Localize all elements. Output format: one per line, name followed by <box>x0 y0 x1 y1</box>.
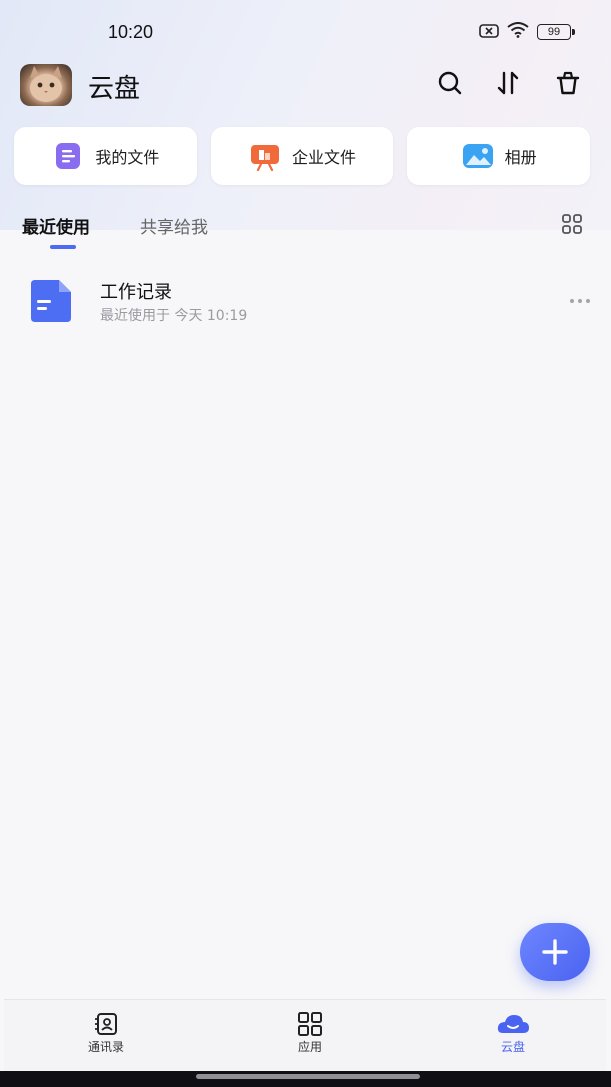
tab-shared-with-me[interactable]: 共享给我 <box>140 213 208 238</box>
doc-file-icon <box>27 278 75 324</box>
status-bar: 10:20 99 <box>0 14 611 50</box>
nav-contacts[interactable]: 通讯录 <box>56 1012 156 1055</box>
document-icon <box>51 139 85 173</box>
app-header: 云盘 <box>0 62 611 108</box>
file-list-item[interactable]: 工作记录 最近使用于 今天 10:19 <box>0 268 611 338</box>
grid-view-icon <box>562 214 582 234</box>
view-mode-toggle[interactable] <box>561 213 583 235</box>
quick-photo-album[interactable]: 相册 <box>407 127 591 185</box>
transfer-button[interactable] <box>491 66 525 100</box>
sim-off-icon <box>479 23 499 42</box>
quick-enterprise-files[interactable]: 企业文件 <box>210 127 394 185</box>
trash-icon <box>556 71 580 95</box>
apps-grid-icon <box>298 1012 322 1036</box>
home-indicator[interactable] <box>196 1074 420 1079</box>
wifi-icon <box>507 22 529 42</box>
add-button[interactable] <box>520 923 590 981</box>
quick-photo-album-label: 相册 <box>504 148 537 167</box>
cat-avatar-icon <box>30 66 62 102</box>
plus-icon <box>542 939 568 965</box>
more-options-button[interactable] <box>569 288 591 309</box>
avatar[interactable] <box>20 64 72 106</box>
photo-album-icon <box>461 139 495 173</box>
quick-my-files-label: 我的文件 <box>95 148 160 167</box>
file-name: 工作记录 <box>100 282 172 303</box>
quick-enterprise-files-label: 企业文件 <box>292 148 357 167</box>
battery-indicator: 99 <box>537 24 575 40</box>
more-dots-icon <box>570 299 590 303</box>
recycle-bin-button[interactable] <box>551 66 585 100</box>
nav-apps-label: 应用 <box>297 1040 322 1054</box>
contacts-icon <box>95 1013 117 1035</box>
nav-contacts-label: 通讯录 <box>87 1040 124 1054</box>
nav-cloud-drive-label: 云盘 <box>500 1040 525 1054</box>
search-icon <box>438 71 462 95</box>
cloud-icon <box>497 1015 529 1033</box>
status-icons: 99 <box>479 22 575 42</box>
quick-access-row: 我的文件 企业文件 相册 <box>14 127 591 185</box>
quick-my-files[interactable]: 我的文件 <box>14 127 197 185</box>
nav-apps[interactable]: 应用 <box>260 1012 360 1055</box>
file-last-used: 最近使用于 今天 10:19 <box>100 308 248 324</box>
transfer-icon <box>497 71 519 95</box>
nav-cloud-drive[interactable]: 云盘 <box>463 1012 563 1055</box>
tab-recent[interactable]: 最近使用 <box>22 213 90 238</box>
status-time: 10:20 <box>108 22 154 42</box>
active-tab-indicator <box>50 245 76 249</box>
presentation-icon <box>248 139 282 173</box>
search-button[interactable] <box>433 66 467 100</box>
page-title: 云盘 <box>88 74 141 104</box>
bottom-navigation: 通讯录 应用 云盘 <box>4 999 606 1072</box>
file-tabs: 最近使用 共享给我 <box>0 205 611 253</box>
